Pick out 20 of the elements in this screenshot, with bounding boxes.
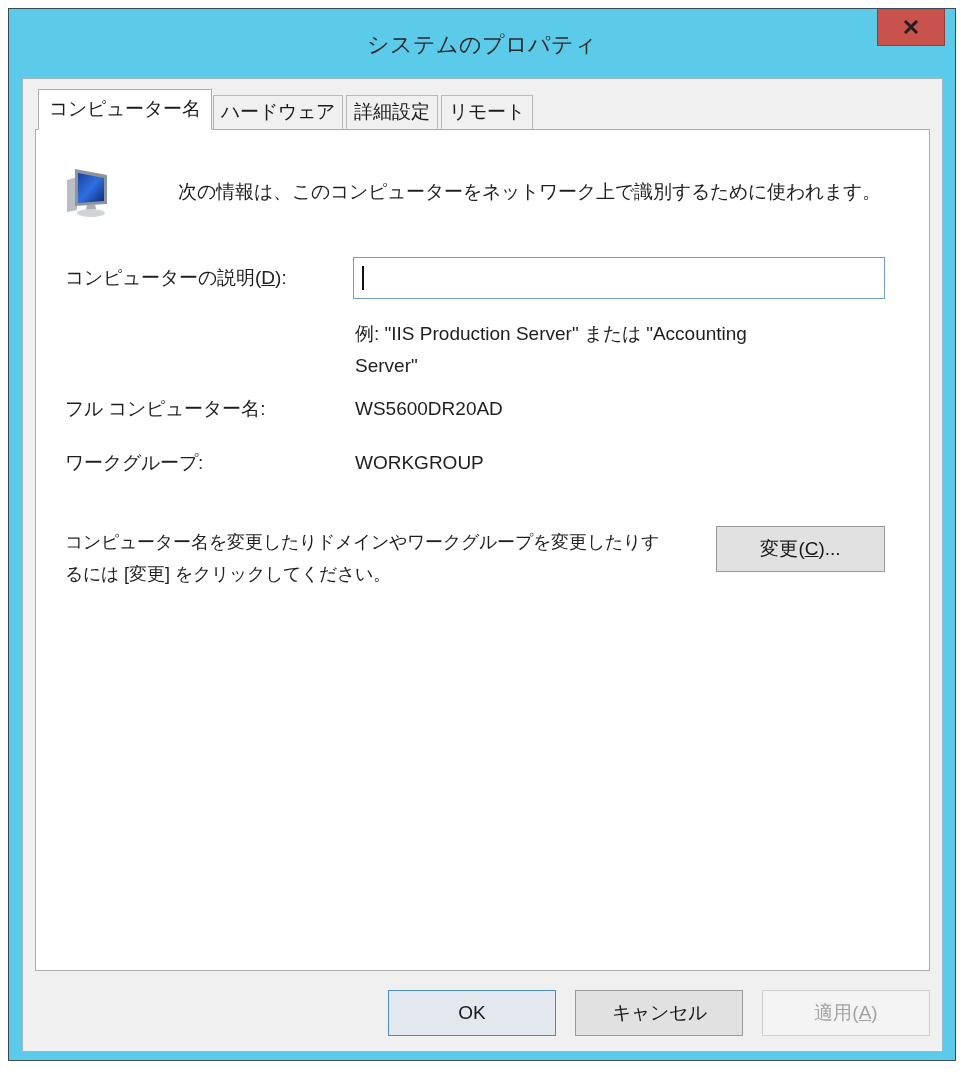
tab[interactable]: ハードウェア [213, 95, 343, 129]
close-button[interactable] [877, 9, 945, 46]
tab[interactable]: リモート [441, 95, 533, 129]
description-input[interactable] [353, 257, 885, 299]
rename-instructions: コンピューター名を変更したりドメインやワークグループを変更したりするには [変更] をクリックしてください。 [65, 531, 660, 586]
change-button[interactable]: 変更(C)... [716, 526, 885, 572]
text-cursor-icon [362, 266, 364, 290]
tab[interactable]: 詳細設定 [346, 95, 438, 129]
tab[interactable]: コンピューター名 [38, 89, 212, 130]
field-label: コンピューターの説明(D): [65, 265, 288, 290]
info-value: WS5600DR20AD [355, 397, 504, 421]
info-label: ワークグループ: [65, 451, 205, 475]
hint-text: 例: "IIS Production Server" または "Accounting Server" [355, 322, 748, 378]
dialog-button[interactable]: OK [388, 990, 556, 1036]
intro-text: 次の情報は、このコンピューターをネットワーク上で識別するために使われます。 [178, 179, 881, 204]
info-label: フル コンピューター名: [65, 397, 267, 421]
window-title: システムのプロパティ [366, 31, 598, 59]
info-value: WORKGROUP [355, 451, 485, 475]
dialog-button[interactable]: キャンセル [575, 990, 743, 1036]
close-icon [904, 20, 918, 34]
